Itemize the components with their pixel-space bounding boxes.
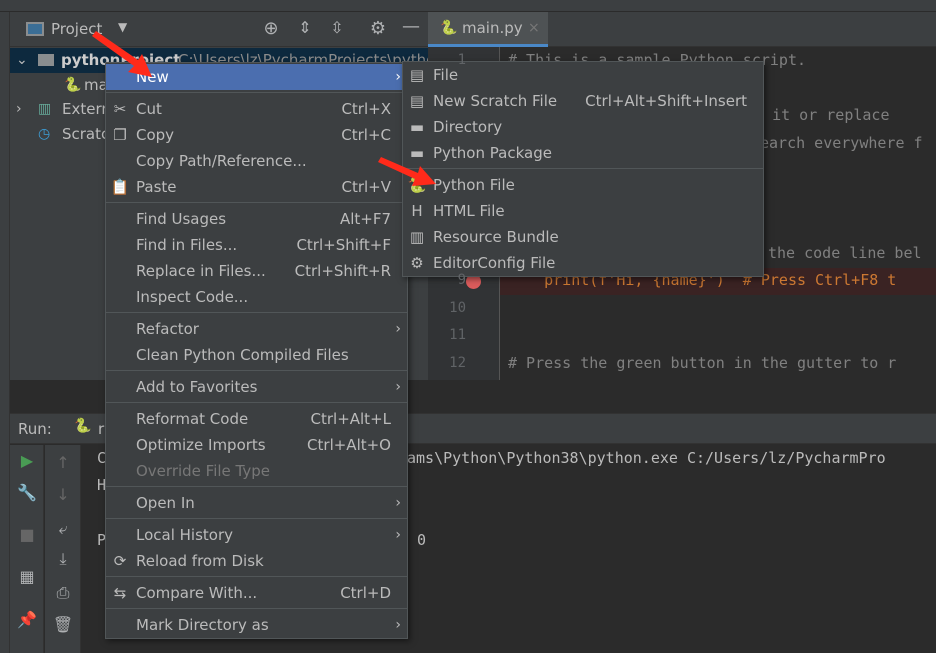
annotation-arrow — [378, 157, 436, 186]
annotation-arrows — [92, 31, 436, 186]
annotation-arrow — [92, 31, 152, 77]
line-number: 11 — [449, 327, 466, 343]
line-number: 9 — [457, 272, 466, 288]
line-number: 1 — [457, 52, 466, 68]
line-number: 12 — [449, 355, 466, 371]
line-number: 10 — [449, 300, 466, 316]
